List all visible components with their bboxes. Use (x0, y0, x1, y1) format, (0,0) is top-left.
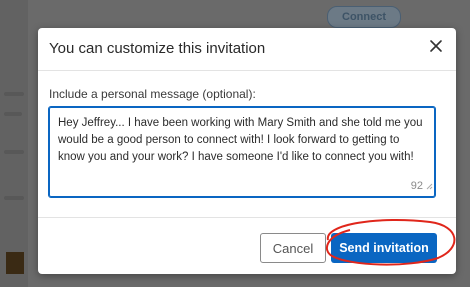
message-label: Include a personal message (optional): (49, 87, 256, 101)
character-count: 92 (410, 180, 423, 192)
close-button[interactable] (426, 38, 446, 58)
background-text-line (4, 196, 24, 200)
background-text-line (4, 92, 24, 96)
background-avatar (6, 252, 24, 274)
footer-divider (38, 217, 456, 218)
modal-header: You can customize this invitation (38, 28, 456, 71)
background-text-line (4, 150, 24, 154)
send-invitation-button[interactable]: Send invitation (331, 233, 437, 263)
personal-message-textarea[interactable]: Hey Jeffrey... I have been working with … (48, 106, 436, 198)
message-text: Hey Jeffrey... I have been working with … (58, 117, 423, 163)
modal-title: You can customize this invitation (49, 40, 266, 57)
background-text-line (4, 112, 22, 116)
background-sidebar-strip (0, 0, 28, 287)
background-connect-button: Connect (327, 6, 401, 28)
cancel-button[interactable]: Cancel (260, 233, 326, 263)
close-icon (429, 39, 443, 58)
resize-grip-icon[interactable] (426, 177, 433, 195)
invitation-modal: You can customize this invitation Includ… (38, 28, 456, 274)
